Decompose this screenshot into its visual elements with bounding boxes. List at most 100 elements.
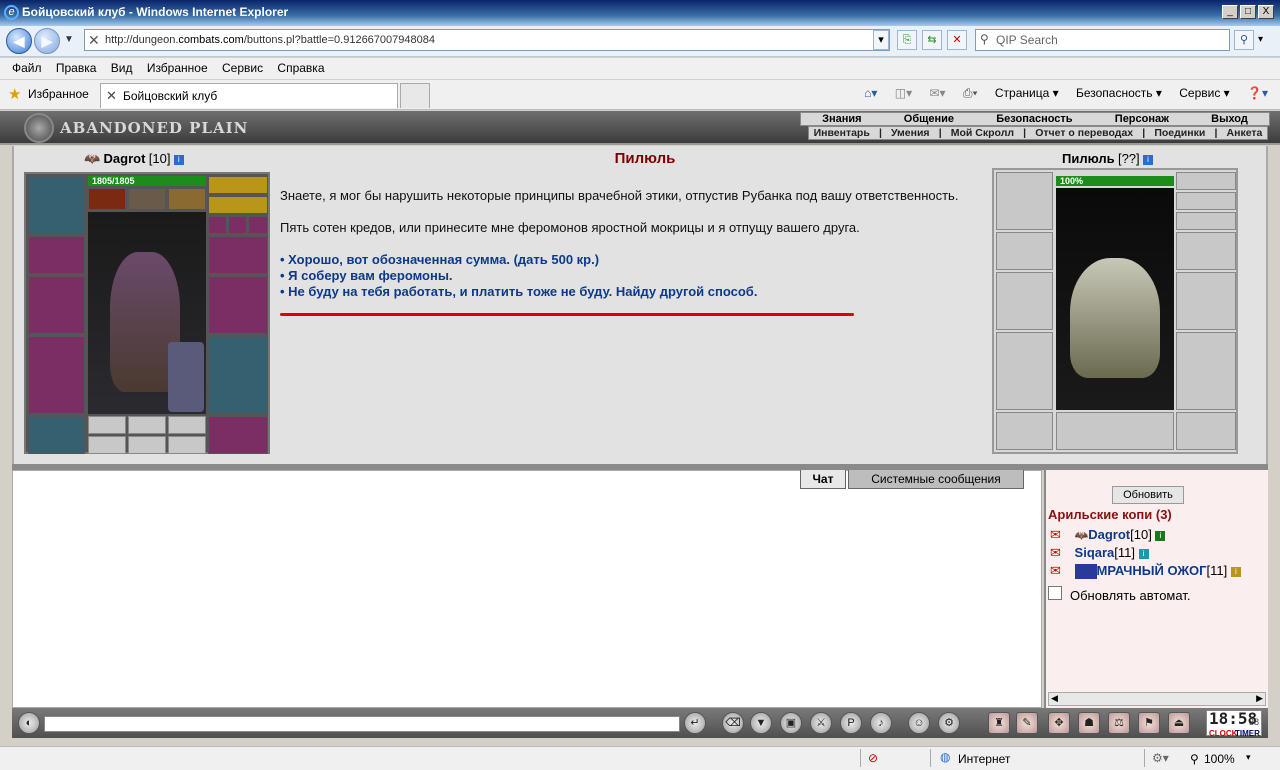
boots-slot[interactable] bbox=[208, 416, 268, 454]
rune-slot-5[interactable] bbox=[128, 436, 166, 454]
refresh-button[interactable]: Обновить bbox=[1112, 486, 1184, 504]
nav-security[interactable]: Безопасность bbox=[996, 113, 1072, 125]
subnav-fights[interactable]: Поединки bbox=[1154, 127, 1205, 139]
player-info-icon[interactable]: i bbox=[1230, 566, 1241, 577]
nav-communication[interactable]: Общение bbox=[904, 113, 954, 125]
filter-icon[interactable]: ▼ bbox=[750, 712, 772, 734]
new-tab-button[interactable] bbox=[400, 83, 430, 108]
clock-label[interactable]: CLOCK bbox=[1209, 729, 1237, 738]
helmet-slot[interactable] bbox=[28, 176, 85, 234]
npc-gloves-slot[interactable] bbox=[1176, 232, 1236, 270]
npc-shield-slot[interactable] bbox=[1176, 272, 1236, 330]
inventory-bag-icon[interactable]: ♜ bbox=[988, 712, 1010, 734]
earrings-slot[interactable] bbox=[208, 196, 268, 214]
forward-icon[interactable]: ▶ bbox=[34, 28, 60, 54]
subnav-transfers[interactable]: Отчет о переводах bbox=[1035, 127, 1133, 139]
player-list-name[interactable]: МРАЧНЫЙ ОЖОГ bbox=[1097, 563, 1207, 578]
sound-icon[interactable]: ♪ bbox=[870, 712, 892, 734]
compat-view-icon[interactable]: ⎘ bbox=[897, 30, 917, 50]
npc-belt-slot[interactable] bbox=[996, 412, 1053, 450]
legs-slot[interactable] bbox=[208, 336, 268, 414]
rune-slot-3[interactable] bbox=[168, 416, 206, 434]
gloves-slot[interactable] bbox=[208, 236, 268, 274]
address-dropdown-icon[interactable]: ▾ bbox=[873, 30, 889, 50]
effect-slot-2[interactable] bbox=[128, 188, 166, 210]
close-window-button[interactable]: X bbox=[1258, 5, 1274, 19]
safety-menu[interactable]: Безопасность ▾ bbox=[1076, 86, 1162, 100]
subnav-skills[interactable]: Умения bbox=[891, 127, 930, 139]
npc-bracers-slot[interactable] bbox=[996, 232, 1053, 270]
private-message-icon[interactable]: ✉ bbox=[1050, 563, 1061, 578]
npc-runes-slot[interactable] bbox=[1056, 412, 1174, 450]
npc-info-icon[interactable]: i bbox=[1143, 154, 1153, 165]
search-options-icon[interactable]: ▾ bbox=[1258, 34, 1263, 45]
print-icon[interactable]: ⎙▾ bbox=[963, 86, 978, 100]
favorites-star-icon[interactable]: ★ bbox=[8, 85, 21, 103]
timer-label[interactable]: TIMER bbox=[1235, 729, 1260, 738]
pet-owl-icon[interactable] bbox=[168, 342, 204, 412]
home-icon[interactable]: ⌂▾ bbox=[864, 86, 877, 100]
npc-armor-slot[interactable] bbox=[996, 332, 1053, 410]
menu-edit[interactable]: Правка bbox=[56, 61, 97, 75]
menu-view[interactable]: Вид bbox=[111, 61, 133, 75]
effect-slot-1[interactable] bbox=[88, 188, 126, 210]
menu-help[interactable]: Справка bbox=[277, 61, 324, 75]
ring-slot-1[interactable] bbox=[208, 216, 227, 234]
dialog-option-collect[interactable]: • Я соберу вам феромоны. bbox=[280, 268, 970, 284]
send-icon[interactable]: ↵ bbox=[684, 712, 706, 734]
back-icon[interactable]: ◀ bbox=[6, 28, 32, 54]
search-go-icon[interactable]: ⚲ bbox=[1234, 30, 1254, 50]
player-list-name[interactable]: Siqara bbox=[1075, 545, 1115, 560]
history-dropdown-icon[interactable]: ▼ bbox=[64, 34, 74, 45]
pl-icon[interactable]: P bbox=[840, 712, 862, 734]
rune-slot-4[interactable] bbox=[88, 436, 126, 454]
player-avatar[interactable] bbox=[88, 212, 206, 414]
rune-slot-6[interactable] bbox=[168, 436, 206, 454]
menu-tools[interactable]: Сервис bbox=[222, 61, 263, 75]
search-input[interactable]: ⚲ QIP Search bbox=[975, 29, 1230, 51]
amulet-slot[interactable] bbox=[208, 176, 268, 194]
menu-favorites[interactable]: Избранное bbox=[147, 61, 208, 75]
offhand-slot[interactable] bbox=[208, 276, 268, 334]
npc-name[interactable]: Пилюль bbox=[1062, 151, 1115, 166]
private-message-icon[interactable]: ✉ bbox=[1050, 527, 1061, 542]
bracers-slot[interactable] bbox=[28, 236, 85, 274]
smiley-icon[interactable]: ☺ bbox=[908, 712, 930, 734]
players-hscrollbar[interactable]: ◀ ▶ bbox=[1048, 692, 1266, 706]
help-icon[interactable]: ❓▾ bbox=[1247, 86, 1268, 100]
npc-amulet-slot[interactable] bbox=[1176, 172, 1236, 190]
scroll-icon[interactable]: ✎ bbox=[1016, 712, 1038, 734]
zoom-dropdown-icon[interactable]: ▾ bbox=[1246, 752, 1251, 763]
npc-earrings-slot[interactable] bbox=[1176, 192, 1236, 210]
fight-icon[interactable]: ⚔ bbox=[810, 712, 832, 734]
chat-input[interactable] bbox=[44, 716, 680, 732]
npc-rings-slot[interactable] bbox=[1176, 212, 1236, 230]
player-info-icon[interactable]: i bbox=[1138, 548, 1149, 559]
stop-icon[interactable]: ✕ bbox=[947, 30, 967, 50]
rune-slot-1[interactable] bbox=[88, 416, 126, 434]
belt-slot[interactable] bbox=[28, 416, 85, 454]
subnav-profile[interactable]: Анкета bbox=[1227, 127, 1263, 139]
feeds-icon[interactable]: ◫▾ bbox=[895, 86, 912, 100]
nav-exit[interactable]: Выход bbox=[1211, 113, 1248, 125]
player-list-name[interactable]: Dagrot bbox=[1088, 527, 1130, 542]
scroll-left-icon[interactable]: ◀ bbox=[1051, 693, 1058, 704]
player-info-icon[interactable]: i bbox=[173, 154, 184, 165]
subnav-scroll[interactable]: Мой Скролл bbox=[951, 127, 1014, 139]
tools-menu[interactable]: Сервис ▾ bbox=[1179, 86, 1229, 100]
player-info-icon[interactable]: i bbox=[1155, 530, 1166, 541]
chat-messages[interactable] bbox=[12, 470, 1042, 708]
zone-settings-icon[interactable]: ⚙▾ bbox=[1152, 751, 1169, 765]
nav-knowledge[interactable]: Знания bbox=[822, 113, 861, 125]
menu-file[interactable]: Файл bbox=[12, 61, 42, 75]
dialog-option-refuse[interactable]: • Не буду на тебя работать, и платить то… bbox=[280, 284, 970, 300]
chat-mode-icon[interactable]: ◐ bbox=[18, 712, 40, 734]
favorites-label[interactable]: Избранное bbox=[28, 87, 89, 101]
weapon-slot[interactable] bbox=[28, 276, 85, 334]
ring-slot-3[interactable] bbox=[248, 216, 268, 234]
zoom-level[interactable]: 100% bbox=[1204, 752, 1235, 766]
ring-slot-2[interactable] bbox=[228, 216, 247, 234]
tab-system-messages[interactable]: Системные сообщения bbox=[848, 470, 1024, 489]
exit-game-icon[interactable]: ⏏ bbox=[1168, 712, 1190, 734]
rune-slot-2[interactable] bbox=[128, 416, 166, 434]
